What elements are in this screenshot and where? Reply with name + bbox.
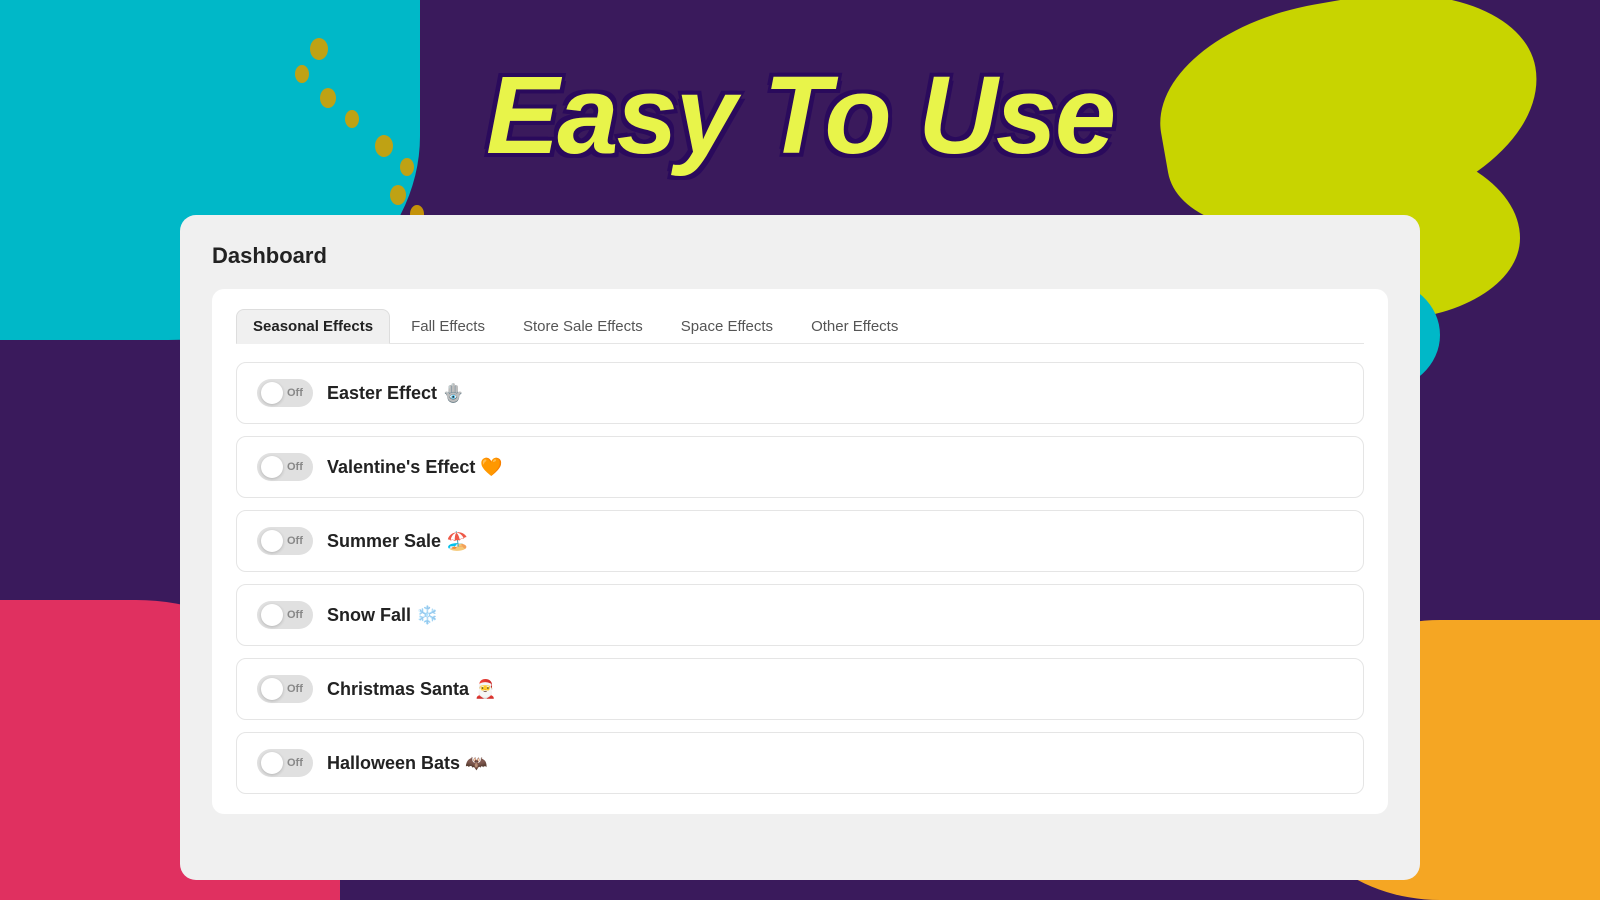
tab-other-effects[interactable]: Other Effects: [794, 309, 915, 344]
toggle-knob-easter: [261, 382, 283, 404]
tab-space-effects[interactable]: Space Effects: [664, 309, 790, 344]
effect-row-easter: Off Easter Effect 🪬: [236, 362, 1364, 424]
toggle-label-snow-fall: Off: [287, 609, 303, 621]
toggle-knob-snow-fall: [261, 604, 283, 626]
toggle-label-valentines: Off: [287, 461, 303, 473]
effect-row-snow-fall: Off Snow Fall ❄️: [236, 584, 1364, 646]
toggle-knob-halloween-bats: [261, 752, 283, 774]
toggle-label-christmas-santa: Off: [287, 683, 303, 695]
toggle-knob-valentines: [261, 456, 283, 478]
tab-store-sale-effects[interactable]: Store Sale Effects: [506, 309, 660, 344]
toggle-label-easter: Off: [287, 387, 303, 399]
toggle-knob-summer-sale: [261, 530, 283, 552]
toggle-easter[interactable]: Off: [257, 379, 313, 407]
tab-fall-effects[interactable]: Fall Effects: [394, 309, 502, 344]
effect-row-valentines: Off Valentine's Effect 🧡: [236, 436, 1364, 498]
effect-row-christmas-santa: Off Christmas Santa 🎅: [236, 658, 1364, 720]
toggle-snow-fall[interactable]: Off: [257, 601, 313, 629]
toggle-summer-sale[interactable]: Off: [257, 527, 313, 555]
toggle-christmas-santa[interactable]: Off: [257, 675, 313, 703]
dashboard-panel: Dashboard Seasonal Effects Fall Effects …: [180, 215, 1420, 880]
dashboard-title: Dashboard: [212, 243, 1388, 269]
effect-name-snow-fall: Snow Fall ❄️: [327, 605, 438, 626]
toggle-label-summer-sale: Off: [287, 535, 303, 547]
effect-row-summer-sale: Off Summer Sale 🏖️: [236, 510, 1364, 572]
effect-name-easter: Easter Effect 🪬: [327, 383, 464, 404]
main-title: Easy To Use: [486, 52, 1114, 179]
effect-name-valentines: Valentine's Effect 🧡: [327, 457, 503, 478]
effect-name-christmas-santa: Christmas Santa 🎅: [327, 679, 496, 700]
toggle-label-halloween-bats: Off: [287, 757, 303, 769]
content-card: Seasonal Effects Fall Effects Store Sale…: [212, 289, 1388, 814]
tab-seasonal-effects[interactable]: Seasonal Effects: [236, 309, 390, 344]
tabs-bar: Seasonal Effects Fall Effects Store Sale…: [236, 309, 1364, 344]
effect-name-halloween-bats: Halloween Bats 🦇: [327, 753, 487, 774]
header-area: Easy To Use: [0, 0, 1600, 230]
effect-row-halloween-bats: Off Halloween Bats 🦇: [236, 732, 1364, 794]
toggle-valentines[interactable]: Off: [257, 453, 313, 481]
effect-name-summer-sale: Summer Sale 🏖️: [327, 531, 468, 552]
toggle-halloween-bats[interactable]: Off: [257, 749, 313, 777]
effect-list: Off Easter Effect 🪬 Off Valentine's Effe…: [236, 362, 1364, 794]
toggle-knob-christmas-santa: [261, 678, 283, 700]
